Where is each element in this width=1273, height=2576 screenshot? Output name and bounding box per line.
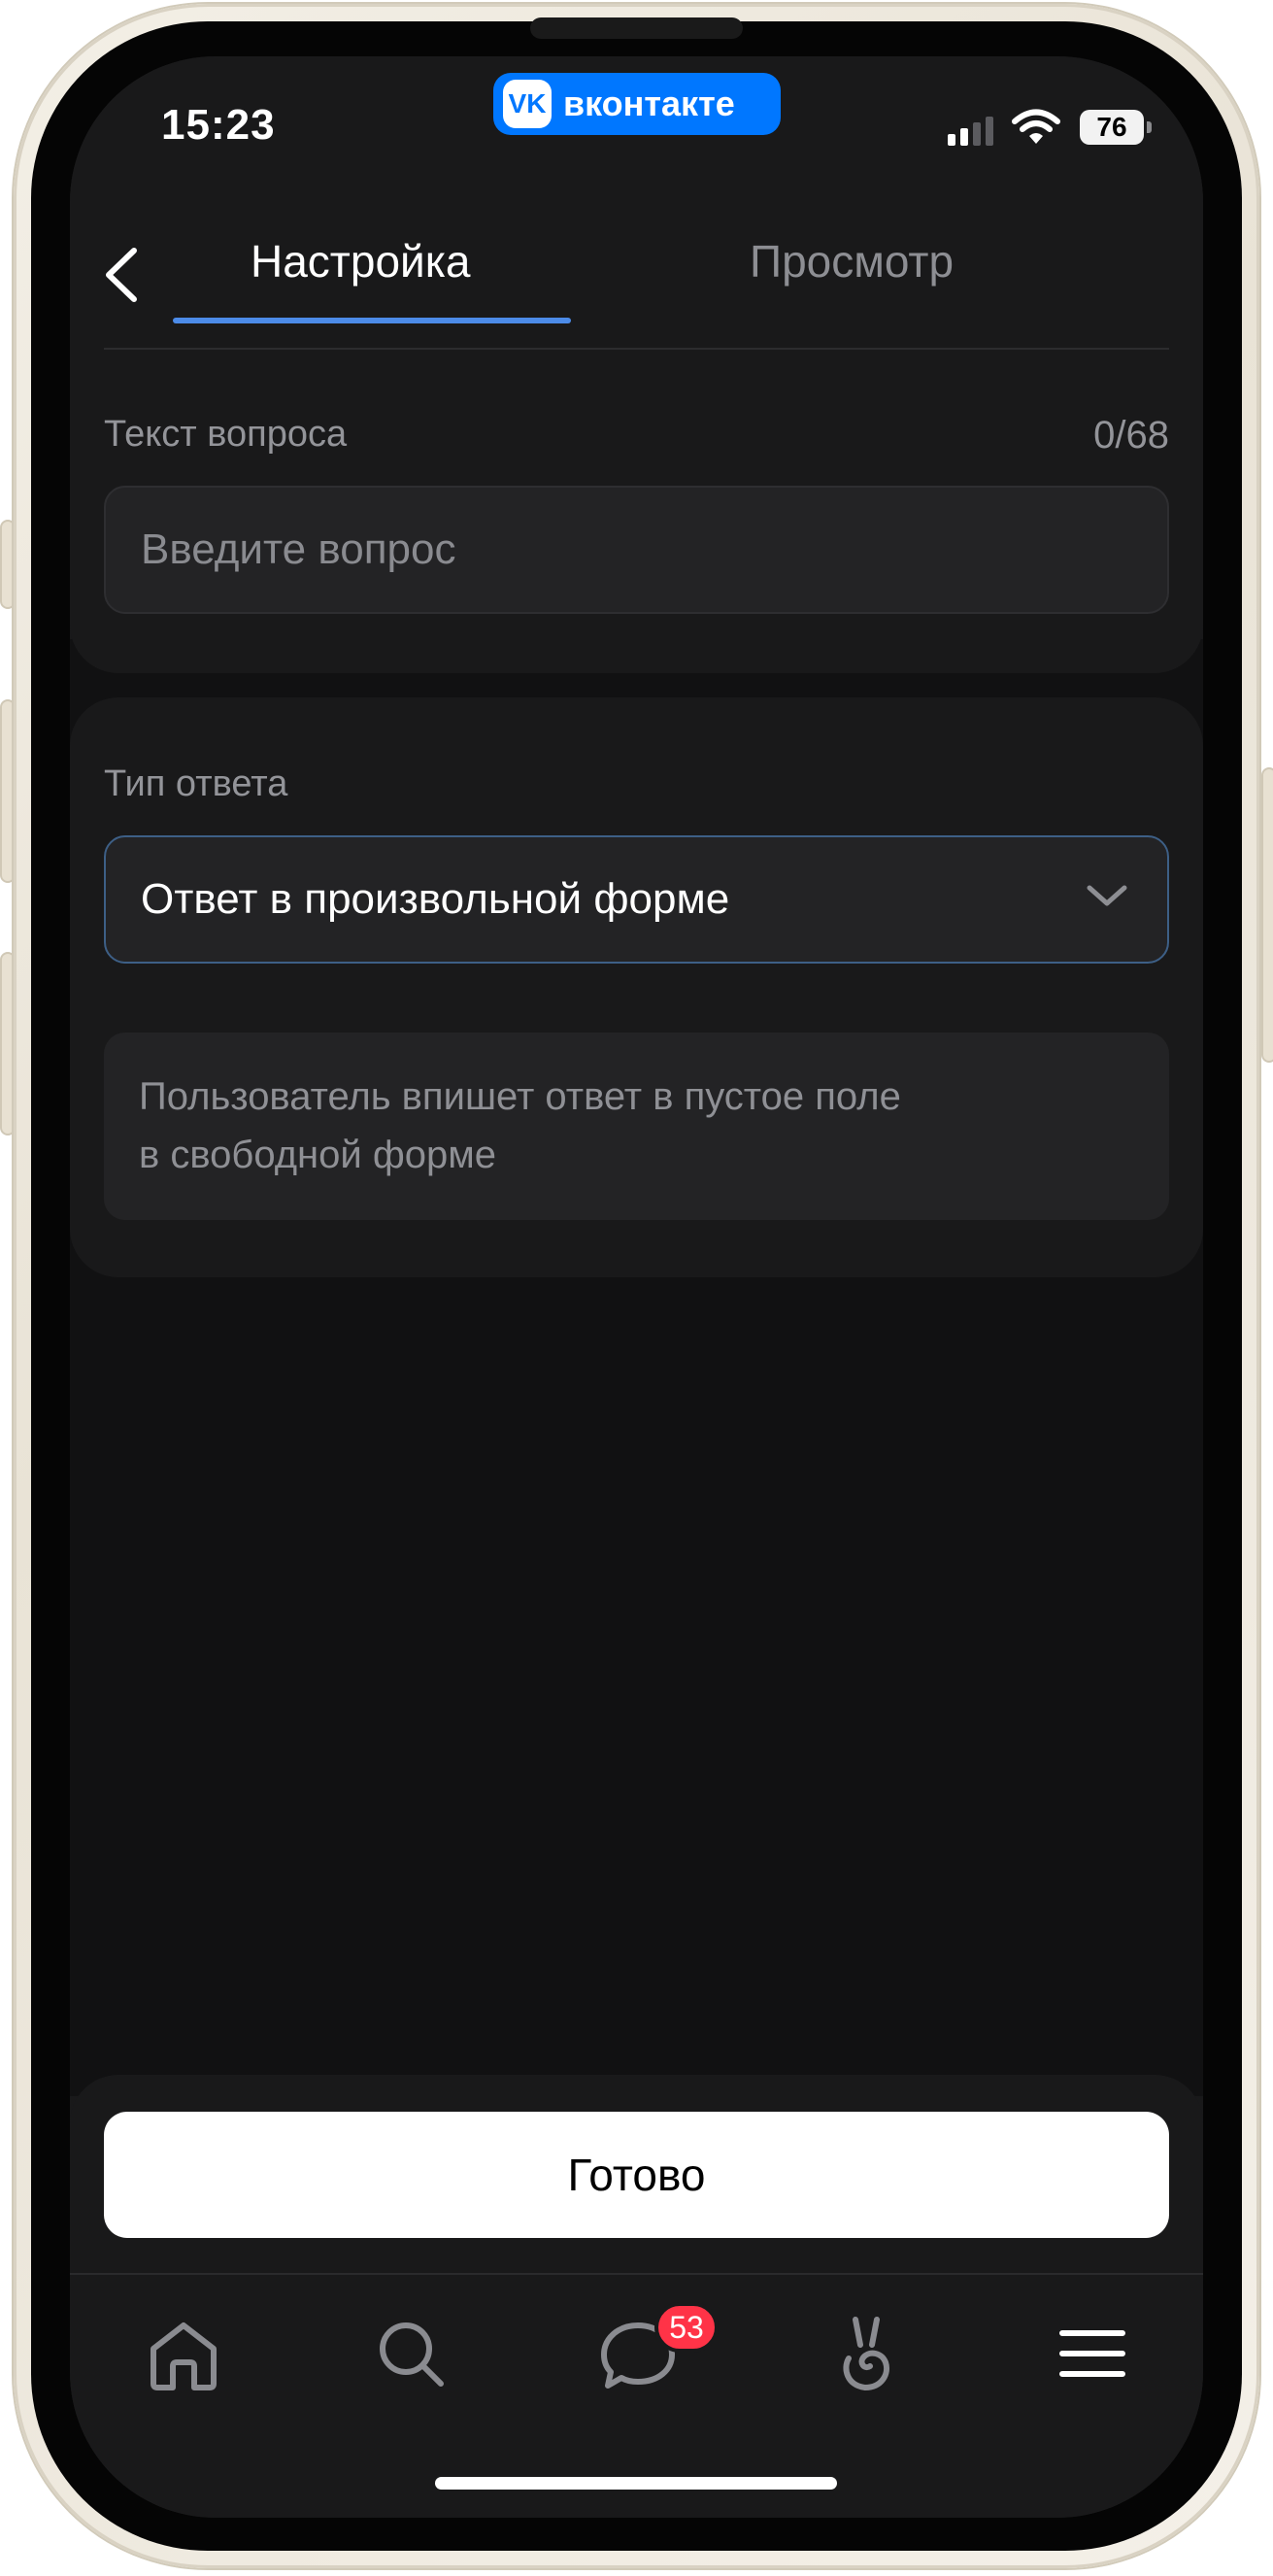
active-tab-indicator [173,318,571,323]
home-indicator[interactable] [435,2477,837,2490]
back-arrow-icon[interactable] [95,237,146,313]
done-button[interactable]: Готово [104,2112,1169,2238]
answer-type-value: Ответ в произвольной форме [141,875,730,923]
vk-app-name: вконтакте [563,84,735,123]
vk-logo-icon: VK [503,80,552,128]
search-icon[interactable] [367,2310,454,2397]
earpiece [530,17,743,39]
battery-level: 76 [1096,112,1127,142]
character-counter: 0/68 [1093,414,1169,457]
description-line-1: Пользователь впишет ответ в пустое поле [139,1075,901,1118]
tab-preview[interactable]: Просмотр [750,235,954,288]
question-input[interactable]: Введите вопрос [104,486,1169,614]
battery-icon: 76 [1080,110,1152,145]
tab-settings[interactable]: Настройка [251,235,470,288]
menu-icon[interactable] [1049,2310,1136,2397]
screen: 15:23 VK вконтакте 76 Настройка Просмотр… [70,56,1203,2518]
clips-icon[interactable] [821,2310,909,2397]
power-button [1261,767,1273,1063]
cellular-signal-icon [948,117,993,146]
answer-type-label: Тип ответа [104,763,288,804]
wifi-icon [1012,109,1060,144]
home-icon[interactable] [140,2310,227,2397]
description-line-2: в свободной форме [139,1134,496,1176]
chevron-down-icon [1087,885,1127,906]
answer-type-description: Пользователь впишет ответ в пустое поле … [104,1033,1169,1220]
question-placeholder: Введите вопрос [141,525,456,573]
status-time: 15:23 [161,101,276,149]
question-label: Текст вопроса [104,414,348,455]
messages-badge: 53 [654,2302,719,2353]
header-divider [104,348,1169,350]
answer-type-select[interactable]: Ответ в произвольной форме [104,835,1169,964]
vk-app-badge[interactable]: VK вконтакте [493,73,781,135]
